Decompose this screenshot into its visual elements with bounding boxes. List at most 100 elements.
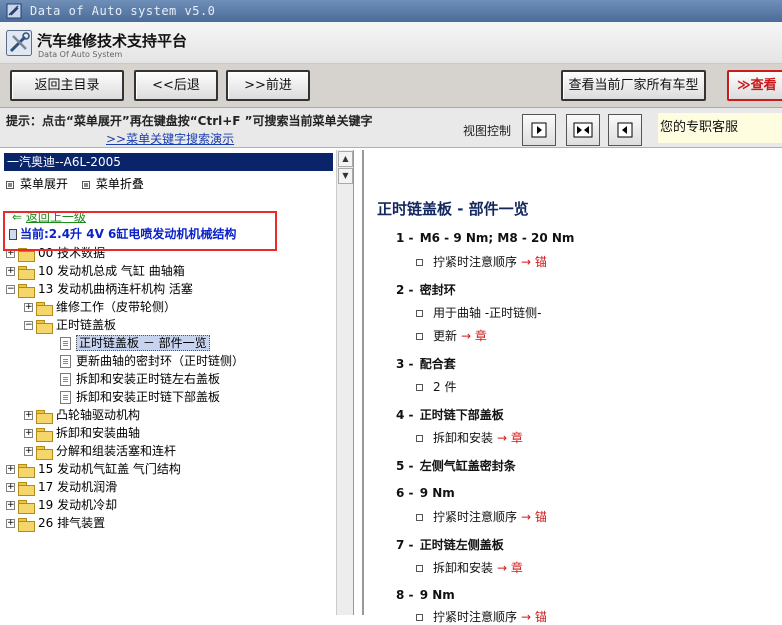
minus-icon: − <box>24 320 33 330</box>
main-menu-button[interactable]: 返回主目录 <box>10 70 124 101</box>
item-number: 7 - <box>396 538 414 552</box>
tree-item-selected[interactable]: 正时链盖板 － 部件一览 <box>60 334 210 352</box>
folder-icon <box>36 301 53 316</box>
collapse-menu-button[interactable]: 菜单折叠 <box>81 177 144 191</box>
content-pane: 正时链盖板 - 部件一览 1 - M6 - 9 Nm; M8 - 20 Nm 拧… <box>362 150 782 624</box>
plus-icon: + <box>24 446 33 456</box>
item-heading: 配合套 <box>419 357 456 371</box>
all-models-button[interactable]: 查看当前厂家所有车型 <box>561 70 706 101</box>
folder-icon <box>36 409 53 424</box>
item-detail: 拧紧时注意顺序 → 锚 <box>416 608 547 625</box>
plus-icon: + <box>6 482 15 492</box>
folder-icon <box>36 427 53 442</box>
tree-item[interactable]: − 13 发动机曲柄连杆机构 活塞 <box>6 280 193 298</box>
view-more-label: 查看 <box>750 78 777 93</box>
bullet-icon <box>416 435 423 442</box>
chapter-link[interactable]: → 章 <box>497 561 523 575</box>
tree-item[interactable]: + 分解和组装活塞和连杆 <box>24 442 176 460</box>
folder-icon <box>18 463 35 478</box>
search-hint: 提示：点击“菜单展开”再在键盘按“Ctrl+F ”可搜索当前菜单关键字 <box>6 114 373 128</box>
document-icon <box>60 391 71 404</box>
tree-item[interactable]: 拆卸和安装正时链左右盖板 <box>60 370 220 388</box>
bullet-icon <box>416 614 423 621</box>
tree-item[interactable]: + 维修工作（皮带轮侧） <box>24 298 176 316</box>
tree-item[interactable]: +19 发动机冷却 <box>6 496 117 514</box>
expand-menu-button[interactable]: 菜单展开 <box>6 177 68 191</box>
folder-open-icon <box>18 283 35 298</box>
tree-item[interactable]: +17 发动机润滑 <box>6 478 117 496</box>
document-icon <box>60 337 71 350</box>
toolbar: 返回主目录 <<后退 >>前进 查看当前厂家所有车型 ≫查看 <box>0 64 782 108</box>
item-heading: 9 Nm <box>419 588 455 602</box>
expand-label: 菜单展开 <box>20 177 69 191</box>
component-item: 8 - 9 Nm <box>396 588 455 602</box>
tree-item[interactable]: +26 排气装置 <box>6 514 105 532</box>
back-button[interactable]: <<后退 <box>134 70 218 101</box>
tree-item-label: 拆卸和安装曲轴 <box>56 426 141 440</box>
plus-icon: + <box>6 518 15 528</box>
item-heading: 左侧气缸盖密封条 <box>419 459 516 473</box>
arrow-right-bar-icon <box>531 122 547 138</box>
item-detail: 2 件 <box>416 378 456 395</box>
anchor-link[interactable]: → 锚 <box>521 610 547 624</box>
chapter-link[interactable]: → 章 <box>461 329 487 343</box>
folder-icon <box>18 265 35 280</box>
item-number: 4 - <box>396 408 414 422</box>
vehicle-model-bar: 一汽奥迪--A6L-2005 <box>4 153 333 171</box>
item-detail: 更新 → 章 <box>416 327 487 344</box>
folder-icon <box>18 517 35 532</box>
window-titlebar: Data of Auto system v5.0 <box>0 0 782 22</box>
document-icon <box>60 355 71 368</box>
anchor-link[interactable]: → 锚 <box>521 510 547 524</box>
tree-item[interactable]: +10 发动机总成 气缸 曲轴箱 <box>6 262 185 280</box>
detail-text: 拆卸和安装 <box>433 431 494 445</box>
item-detail: 拧紧时注意顺序 → 锚 <box>416 253 547 270</box>
view-more-button[interactable]: ≫查看 <box>727 70 782 101</box>
customer-service[interactable]: 您的专职客服 <box>658 113 782 143</box>
scroll-down-icon[interactable]: ▼ <box>338 168 353 184</box>
chapter-link[interactable]: → 章 <box>497 431 523 445</box>
minus-icon: − <box>6 284 15 294</box>
bullet-icon <box>416 259 423 266</box>
anchor-link[interactable]: → 锚 <box>521 255 547 269</box>
item-number: 5 - <box>396 459 414 473</box>
item-detail: 拆卸和安装 → 章 <box>416 429 523 446</box>
item-detail: 拆卸和安装 → 章 <box>416 559 523 576</box>
page-title: 正时链盖板 - 部件一览 <box>377 200 529 218</box>
scroll-up-icon[interactable]: ▲ <box>338 151 353 167</box>
detail-text: 2 件 <box>433 380 457 394</box>
item-detail: 用于曲轴 -正时链侧- <box>416 304 541 321</box>
tree-item-label: 分解和组装活塞和连杆 <box>56 444 177 458</box>
plus-icon: + <box>6 500 15 510</box>
expand-collapse-row: 菜单展开 菜单折叠 <box>6 175 154 192</box>
tree-item[interactable]: + 凸轮轴驱动机构 <box>24 406 140 424</box>
tree-item-label: 15 发动机气缸盖 气门结构 <box>38 462 181 476</box>
tree-item[interactable]: + 拆卸和安装曲轴 <box>24 424 140 442</box>
expand-right-view-button[interactable] <box>522 114 556 146</box>
detail-text: 用于曲轴 -正时链侧- <box>433 306 542 320</box>
folder-icon <box>18 499 35 514</box>
detail-text: 拧紧时注意顺序 <box>433 510 518 524</box>
search-demo-link[interactable]: >>菜单关键字搜索演示 <box>106 130 234 147</box>
tree-item[interactable]: 拆卸和安装正时链下部盖板 <box>60 388 220 406</box>
plus-icon: + <box>24 302 33 312</box>
component-item: 2 - 密封环 <box>396 281 456 298</box>
expand-left-view-button[interactable] <box>608 114 642 146</box>
app-icon <box>6 3 22 19</box>
split-view-button[interactable] <box>566 114 600 146</box>
forward-button[interactable]: >>前进 <box>226 70 310 101</box>
document-icon <box>60 373 71 386</box>
tree-scrollbar[interactable]: ▲ ▼ <box>336 150 353 615</box>
tree-item[interactable]: 更新曲轴的密封环（正时链侧） <box>60 352 244 370</box>
tree-item[interactable]: +15 发动机气缸盖 气门结构 <box>6 460 181 478</box>
tree-item[interactable]: − 正时链盖板 <box>24 316 116 334</box>
plus-icon: + <box>6 464 15 474</box>
detail-text: 更新 <box>433 329 458 343</box>
item-heading: 正时链下部盖板 <box>419 408 504 422</box>
folder-icon <box>36 445 53 460</box>
component-item: 5 - 左侧气缸盖密封条 <box>396 457 516 474</box>
tree-item-label: 26 排气装置 <box>38 516 106 530</box>
item-heading: 9 Nm <box>419 486 455 500</box>
item-number: 3 - <box>396 357 414 371</box>
double-chevron-icon: ≫ <box>737 78 751 93</box>
